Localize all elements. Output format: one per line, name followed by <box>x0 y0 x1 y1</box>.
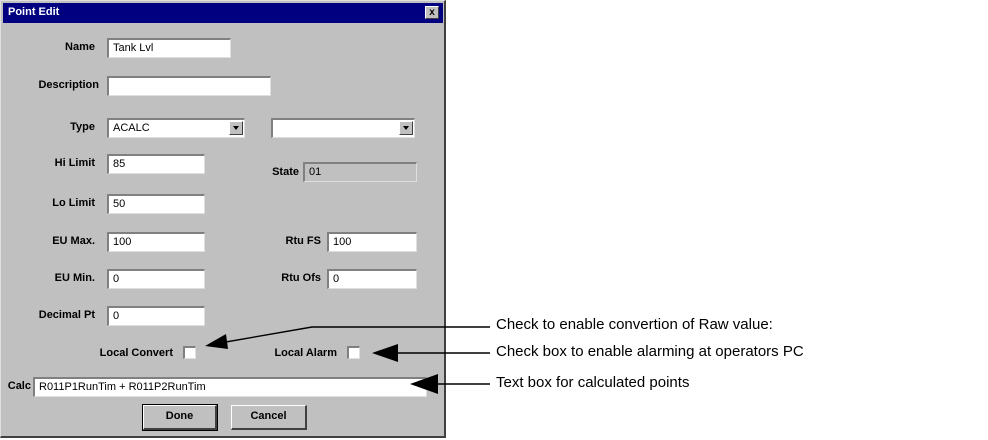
callout-arrows <box>205 326 490 394</box>
callout-line-convert <box>219 326 490 344</box>
annotation-calc: Text box for calculated points <box>496 374 690 391</box>
annotation-alarm: Check box to enable alarming at operator… <box>496 343 804 360</box>
arrowhead-alarm <box>372 344 398 362</box>
arrowhead-calc <box>410 374 438 394</box>
arrowhead-convert <box>205 334 228 349</box>
annotation-convert: Check to enable convertion of Raw value: <box>496 316 773 333</box>
